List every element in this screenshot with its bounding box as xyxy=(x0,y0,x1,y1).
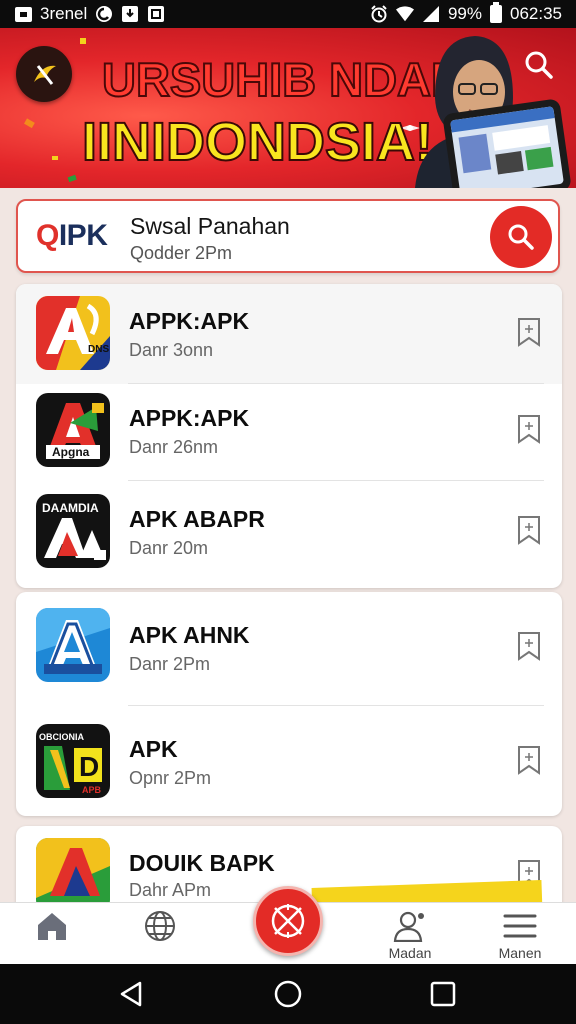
apk-brand-logo: QIPK xyxy=(36,219,108,252)
list-item[interactable]: APK AHNK Danr 2Pm xyxy=(16,592,562,706)
back-icon[interactable] xyxy=(116,979,146,1009)
app-meta: Opnr 2Pm xyxy=(129,768,212,788)
svg-text:D: D xyxy=(79,751,99,782)
search-title: Swsal Panahan xyxy=(130,213,290,239)
svg-text:DNS: DNS xyxy=(88,344,109,355)
app-icon: OBCIONIA D APB xyxy=(36,724,110,798)
app-icon xyxy=(36,838,110,912)
app-icon xyxy=(36,608,110,682)
battery-percent: 99% xyxy=(447,4,482,23)
svg-text:DAAMDIA: DAAMDIA xyxy=(42,501,99,515)
promo-banner[interactable]: URSUHIB NDAN IINIDONDSIA!. xyxy=(0,28,576,188)
app-meta: Danr 20m xyxy=(129,538,209,558)
row-divider xyxy=(128,480,544,481)
list-item[interactable]: OBCIONIA D APB APK Opnr 2Pm xyxy=(16,706,562,816)
alarm-icon xyxy=(370,5,388,23)
app-list-card: DNS APPK:APK Danr 3onn Apgna APPK:APK Da… xyxy=(16,284,562,588)
list-item[interactable]: DAAMDIA APK ABAPR Danr 20m xyxy=(16,482,562,588)
carrier-label: 3renel xyxy=(40,4,88,23)
signal-icon xyxy=(422,5,440,23)
recents-icon[interactable] xyxy=(428,979,458,1009)
bookmark-icon[interactable] xyxy=(516,514,542,551)
svg-text:OBCIONIA: OBCIONIA xyxy=(39,732,85,742)
nav-discover[interactable] xyxy=(112,909,208,945)
app-logo[interactable] xyxy=(16,46,72,102)
app-name: APK xyxy=(129,736,178,762)
app-meta: Danr 3onn xyxy=(129,340,214,360)
svg-text:APB: APB xyxy=(82,785,102,795)
photo-notification-icon xyxy=(147,5,165,23)
center-action-button[interactable] xyxy=(253,886,323,956)
app-name: APPK:APK xyxy=(129,308,250,334)
crossed-circle-icon xyxy=(271,904,305,938)
home-icon xyxy=(4,909,100,943)
banner-search-icon[interactable] xyxy=(524,50,554,85)
tablet-illustration xyxy=(442,98,572,188)
nav-profile-label: Madan xyxy=(388,945,432,961)
app-icon: DAAMDIA xyxy=(36,494,110,568)
app-icon: DNS xyxy=(36,296,110,370)
app-meta: Dahr APm xyxy=(129,880,212,900)
nav-profile[interactable]: Madan xyxy=(362,909,458,961)
bookmark-icon[interactable] xyxy=(516,744,542,781)
home-circle-icon[interactable] xyxy=(273,979,303,1009)
search-bar[interactable]: QIPK Swsal Panahan Qodder 2Pm xyxy=(16,199,560,273)
app-name: APK ABAPR xyxy=(129,506,265,532)
user-icon xyxy=(362,909,458,943)
app-icon: Apgna xyxy=(36,393,110,467)
list-item[interactable]: Apgna APPK:APK Danr 26nm xyxy=(16,381,562,481)
search-subtitle: Qodder 2Pm xyxy=(130,243,233,263)
app-name: APPK:APK xyxy=(129,405,250,431)
app-notification-icon xyxy=(95,5,113,23)
search-button[interactable] xyxy=(490,206,552,268)
system-navigation-bar xyxy=(0,964,576,1024)
app-meta: Danr 26nm xyxy=(129,437,219,457)
download-notification-icon xyxy=(121,5,139,23)
app-list-card: APK AHNK Danr 2Pm OBCIONIA D APB APK Opn… xyxy=(16,592,562,816)
notification-image-icon xyxy=(14,5,32,23)
nav-menu[interactable]: Manen xyxy=(472,909,568,961)
battery-icon xyxy=(490,2,502,23)
svg-text:Apgna: Apgna xyxy=(52,445,90,459)
bookmark-icon[interactable] xyxy=(516,630,542,667)
banner-headline-country: IINIDONDSIA!. xyxy=(81,111,449,173)
nav-menu-label: Manen xyxy=(498,945,542,961)
nav-home[interactable] xyxy=(4,909,100,945)
app-name: DOUIK BAPK xyxy=(129,850,275,876)
menu-icon xyxy=(472,909,568,943)
globe-icon xyxy=(112,909,208,943)
app-name: APK AHNK xyxy=(129,622,250,648)
search-icon xyxy=(508,224,534,250)
status-bar: 3renel 99% 062:35 xyxy=(0,0,576,28)
bookmark-icon[interactable] xyxy=(516,413,542,450)
wifi-icon xyxy=(395,5,414,23)
clock: 062:35 xyxy=(510,4,562,23)
list-item[interactable]: DNS APPK:APK Danr 3onn xyxy=(16,284,562,384)
app-meta: Danr 2Pm xyxy=(129,654,211,674)
bookmark-icon[interactable] xyxy=(516,316,542,353)
